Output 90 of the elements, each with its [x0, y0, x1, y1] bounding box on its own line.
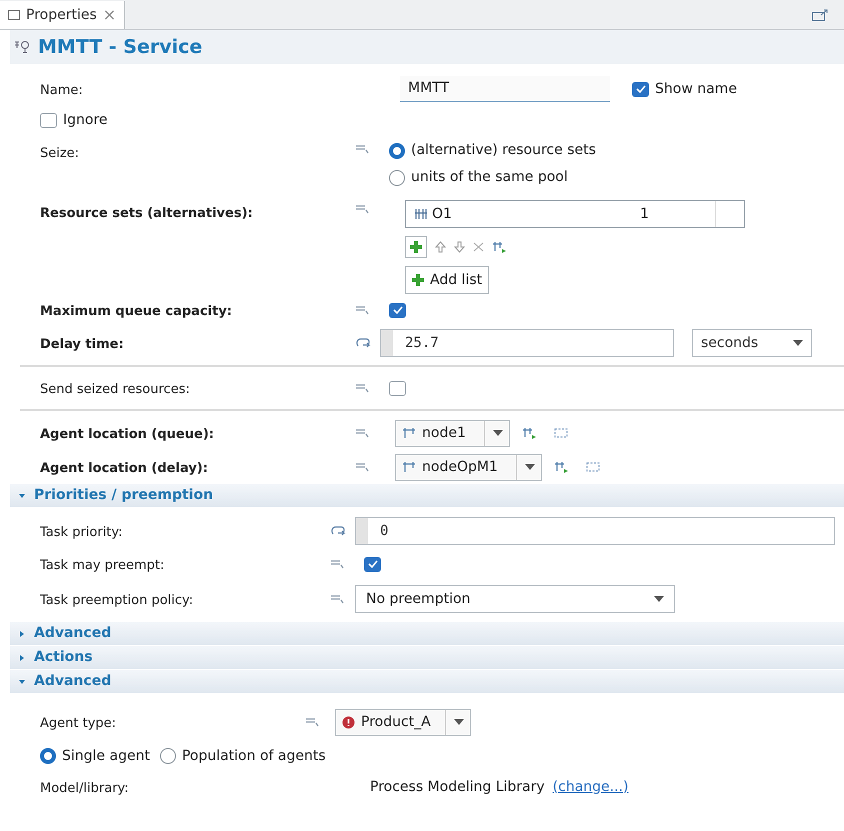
field-label: Model/library:: [40, 781, 129, 796]
checkmark-icon: [368, 560, 378, 568]
move-up-icon[interactable]: [435, 241, 446, 253]
section-header[interactable]: Priorities / preemption: [10, 484, 844, 508]
add-list-button[interactable]: Add list: [405, 266, 490, 294]
maximize-icon[interactable]: [812, 9, 828, 21]
field-label: Seize:: [40, 146, 80, 161]
change-link[interactable]: (change...): [552, 776, 628, 798]
resource-count: 1: [636, 201, 716, 227]
select-area-icon[interactable]: [554, 428, 568, 438]
static-value-icon[interactable]: [355, 428, 369, 438]
expanded-arrow-icon[interactable]: [18, 492, 26, 500]
field-label: Delay time:: [40, 337, 124, 352]
static-value-icon[interactable]: [330, 594, 344, 604]
dropdown-caret-icon: [492, 430, 503, 436]
radio-label: Single agent: [62, 746, 150, 766]
field-label: Task priority:: [40, 525, 123, 540]
section-header[interactable]: Advanced: [10, 670, 844, 694]
field-label: Task may preempt:: [40, 558, 164, 573]
location-dropdown[interactable]: node1: [395, 420, 510, 446]
field-label: Send seized resources:: [40, 382, 190, 397]
service-icon: [14, 40, 32, 54]
delete-icon[interactable]: [473, 242, 484, 252]
radio-label: units of the same pool: [411, 168, 568, 187]
radio-label: Population of agents: [182, 746, 326, 766]
add-row-button[interactable]: [405, 236, 427, 258]
checkbox[interactable]: [389, 380, 406, 396]
pick-node-icon[interactable]: [492, 240, 508, 254]
static-value-icon[interactable]: [355, 383, 369, 393]
error-icon: [342, 716, 355, 728]
radio-button[interactable]: [40, 748, 56, 764]
radio-label: (alternative) resource sets: [411, 141, 596, 160]
static-value-icon[interactable]: [305, 717, 319, 727]
checkbox-label: Show name: [655, 80, 737, 98]
field-label: Resource sets (alternatives):: [40, 206, 253, 221]
code-field[interactable]: 25.7: [380, 329, 674, 357]
move-down-icon[interactable]: [454, 241, 465, 253]
resource-icon: [414, 208, 428, 220]
static-value-icon[interactable]: [355, 462, 369, 472]
tab-icon: [8, 10, 20, 20]
unit-dropdown[interactable]: seconds: [692, 329, 812, 357]
dropdown-caret-icon: [793, 340, 803, 346]
checkbox[interactable]: [364, 556, 381, 572]
location-dropdown[interactable]: nodeOpM1: [395, 454, 542, 480]
dropdown-caret-icon: [654, 596, 664, 602]
name-field[interactable]: MMTT: [400, 76, 610, 102]
field-label: Name:: [40, 83, 83, 98]
static-value-icon[interactable]: [355, 204, 369, 214]
pick-node-icon[interactable]: [522, 426, 538, 440]
node-icon: [402, 461, 416, 473]
radio-button[interactable]: [389, 170, 405, 186]
properties-tab[interactable]: Properties ×: [0, 1, 126, 29]
static-value-icon[interactable]: [355, 144, 369, 154]
section-header[interactable]: Advanced: [10, 622, 844, 646]
section-header[interactable]: Actions: [10, 646, 844, 670]
dynamic-value-icon[interactable]: [355, 337, 371, 349]
resource-name: O1: [432, 204, 452, 224]
policy-dropdown[interactable]: No preemption: [355, 585, 675, 613]
add-icon: [412, 274, 424, 286]
select-area-icon[interactable]: [586, 462, 600, 472]
static-value-icon[interactable]: [355, 305, 369, 315]
dropdown-caret-icon: [454, 719, 464, 725]
field-label: Maximum queue capacity:: [40, 304, 232, 319]
checkbox[interactable]: [40, 112, 57, 128]
library-name: Process Modeling Library: [370, 778, 545, 796]
checkbox-label: Ignore: [63, 110, 108, 130]
radio-button[interactable]: [389, 142, 405, 158]
collapsed-arrow-icon[interactable]: [18, 654, 26, 662]
pick-node-icon[interactable]: [554, 460, 570, 474]
field-label: Agent location (queue):: [40, 427, 214, 442]
node-icon: [402, 427, 416, 439]
agent-type-dropdown[interactable]: Product_A: [335, 708, 471, 736]
dropdown-caret-icon: [524, 464, 535, 470]
collapsed-arrow-icon[interactable]: [18, 630, 26, 638]
static-value-icon[interactable]: [330, 559, 344, 569]
field-label: Agent type:: [40, 716, 116, 731]
code-field[interactable]: 0: [355, 517, 835, 545]
checkmark-icon: [392, 306, 402, 314]
checkmark-icon: [636, 85, 646, 93]
checkbox[interactable]: [632, 82, 649, 96]
checkbox[interactable]: [389, 302, 406, 318]
resource-set-row[interactable]: O1 1: [405, 200, 745, 228]
dynamic-value-icon[interactable]: [330, 525, 346, 537]
close-icon[interactable]: ×: [102, 7, 116, 23]
expanded-arrow-icon[interactable]: [18, 678, 26, 686]
radio-button[interactable]: [160, 748, 176, 764]
add-icon: [410, 241, 422, 253]
field-label: Task preemption policy:: [40, 593, 194, 608]
panel-title: MMTT - Service: [38, 34, 202, 60]
field-label: Agent location (delay):: [40, 461, 208, 476]
